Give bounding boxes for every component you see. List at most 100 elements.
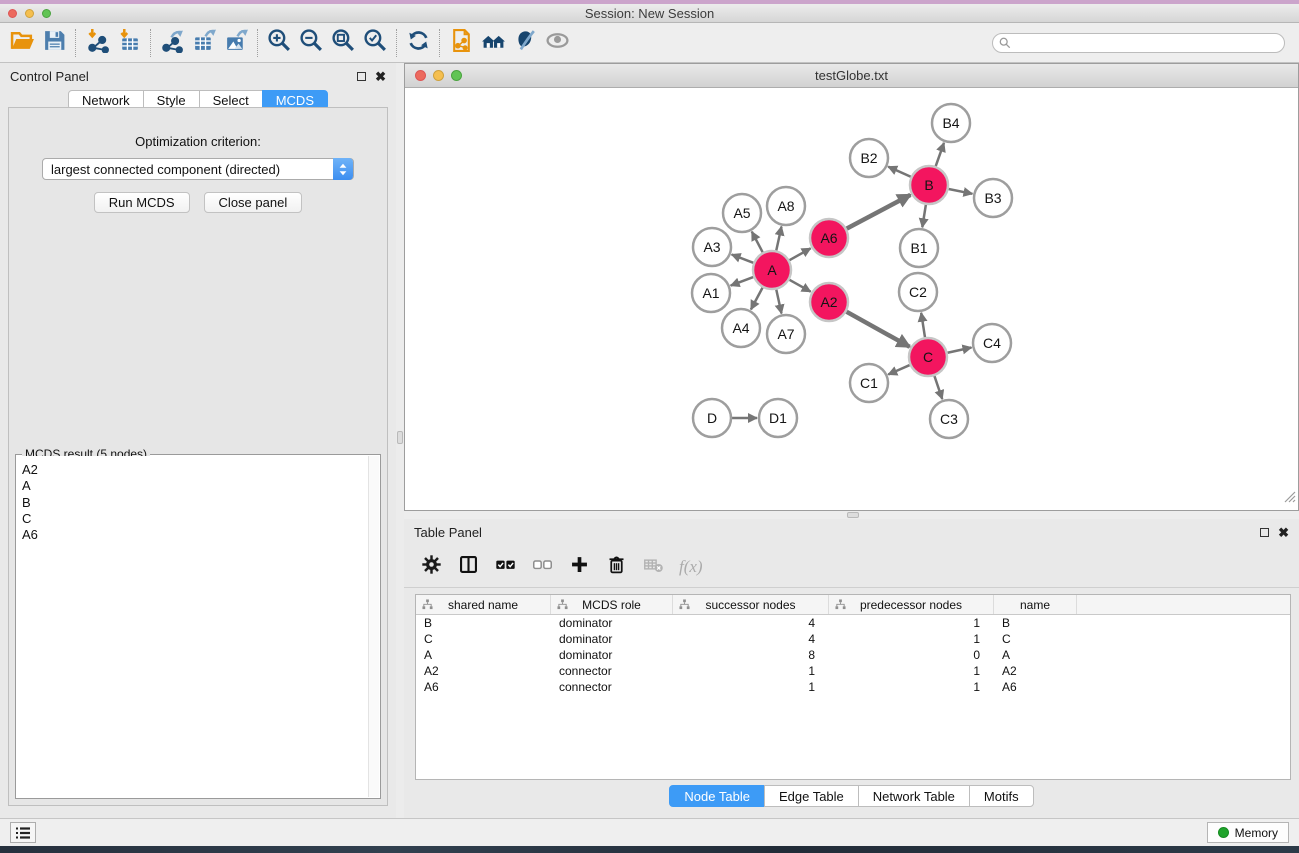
graph-node-A[interactable]: A: [753, 251, 791, 289]
graph-node-A7[interactable]: A7: [767, 315, 805, 353]
graph-node-B2[interactable]: B2: [850, 139, 888, 177]
graph-edge-A-A2[interactable]: [789, 280, 810, 292]
vertical-split-divider[interactable]: [396, 63, 404, 818]
memory-button[interactable]: Memory: [1207, 822, 1289, 843]
graph-node-B3[interactable]: B3: [974, 179, 1012, 217]
column-header-shared-name[interactable]: shared name: [416, 595, 551, 614]
graph-node-B[interactable]: B: [910, 166, 948, 204]
graph-node-A5[interactable]: A5: [723, 194, 761, 232]
graph-edge-A-A4[interactable]: [751, 288, 763, 310]
graph-edge-C-C1[interactable]: [888, 365, 909, 374]
zoom-selected-button[interactable]: [359, 27, 391, 59]
column-header-name[interactable]: name: [994, 595, 1077, 614]
zoom-fit-button[interactable]: [327, 27, 359, 59]
result-scrollbar[interactable]: [368, 456, 379, 797]
graph-node-A2[interactable]: A2: [810, 283, 848, 321]
graph-node-C3[interactable]: C3: [930, 400, 968, 438]
show-columns-button[interactable]: [453, 552, 483, 582]
graph-edge-A-A8[interactable]: [776, 227, 781, 251]
create-column-button[interactable]: [564, 552, 594, 582]
result-item[interactable]: C: [22, 511, 368, 527]
run-mcds-button[interactable]: Run MCDS: [94, 192, 190, 213]
zoom-out-button[interactable]: [295, 27, 327, 59]
column-header-predecessor-nodes[interactable]: predecessor nodes: [829, 595, 994, 614]
home-pages-button[interactable]: [477, 27, 509, 59]
mcds-result-list[interactable]: A2 A B C A6: [17, 456, 368, 797]
graph-edge-B-B1[interactable]: [922, 205, 926, 228]
task-history-button[interactable]: [10, 822, 36, 843]
criterion-dropdown[interactable]: largest connected component (directed): [42, 158, 354, 180]
graph-node-D[interactable]: D: [693, 399, 731, 437]
search-input[interactable]: [1015, 36, 1265, 50]
graph-node-B1[interactable]: B1: [900, 229, 938, 267]
graph-node-C2[interactable]: C2: [899, 273, 937, 311]
graph-node-C1[interactable]: C1: [850, 364, 888, 402]
table-row[interactable]: A6connector11A6: [416, 679, 1290, 695]
export-network-button[interactable]: [156, 27, 188, 59]
import-table-button[interactable]: [113, 27, 145, 59]
result-item[interactable]: A: [22, 478, 368, 494]
save-session-button[interactable]: [38, 27, 70, 59]
close-panel-button[interactable]: Close panel: [204, 192, 303, 213]
network-from-document-button[interactable]: [445, 27, 477, 59]
zoom-in-button[interactable]: [263, 27, 295, 59]
unselect-all-columns-button[interactable]: [527, 552, 557, 582]
refresh-view-button[interactable]: [402, 27, 434, 59]
tab-edge-table[interactable]: Edge Table: [764, 785, 859, 807]
network-canvas[interactable]: B4 B2 B B3 A8A5 A6 A3 B1 A A1 C2 A2 A4A7 C4 C C1 D D1 C3: [405, 88, 1298, 510]
window-resize-grip[interactable]: [1282, 489, 1296, 508]
graph-edge-C-C3[interactable]: [934, 376, 942, 399]
table-row[interactable]: Bdominator41B: [416, 615, 1290, 631]
result-item[interactable]: B: [22, 495, 368, 511]
graph-edge-A2-C[interactable]: [846, 312, 909, 347]
graph-edge-B-B4[interactable]: [936, 143, 944, 166]
graph-edge-A-A3[interactable]: [732, 255, 754, 263]
tab-node-table[interactable]: Node Table: [669, 785, 765, 807]
graph-node-C4[interactable]: C4: [973, 324, 1011, 362]
graph-edge-A-A5[interactable]: [752, 232, 763, 253]
float-panel-icon[interactable]: [1260, 528, 1269, 537]
tab-network-table[interactable]: Network Table: [858, 785, 970, 807]
graph-edge-C-C2[interactable]: [921, 313, 925, 337]
close-panel-icon[interactable]: ✖: [1278, 528, 1289, 538]
table-row[interactable]: Cdominator41C: [416, 631, 1290, 647]
table-row[interactable]: A2connector11A2: [416, 663, 1290, 679]
show-hide-button[interactable]: [541, 27, 573, 59]
graph-node-A4[interactable]: A4: [722, 309, 760, 347]
graph-edge-C-C4[interactable]: [948, 347, 972, 352]
open-session-button[interactable]: [6, 27, 38, 59]
tab-motifs[interactable]: Motifs: [969, 785, 1034, 807]
table-row[interactable]: Adominator80A: [416, 647, 1290, 663]
graph-edge-B-B3[interactable]: [949, 189, 973, 194]
float-panel-icon[interactable]: [357, 72, 366, 81]
result-item[interactable]: A2: [22, 462, 368, 478]
graph-edge-A6-B[interactable]: [847, 195, 911, 229]
network-graph[interactable]: B4 B2 B B3 A8A5 A6 A3 B1 A A1 C2 A2 A4A7 C4 C C1 D D1 C3: [405, 88, 1298, 510]
graph-edge-A-A1[interactable]: [731, 277, 754, 286]
graph-node-A6[interactable]: A6: [810, 219, 848, 257]
export-table-button[interactable]: [188, 27, 220, 59]
table-settings-button[interactable]: [416, 552, 446, 582]
split-handle[interactable]: [397, 431, 403, 444]
toggle-graphics-details-button[interactable]: [509, 27, 541, 59]
graph-edge-A-A6[interactable]: [789, 248, 810, 260]
split-handle[interactable]: [847, 512, 859, 518]
delete-column-button[interactable]: [601, 552, 631, 582]
horizontal-split-divider[interactable]: [404, 511, 1299, 519]
column-header-mcds-role[interactable]: MCDS role: [551, 595, 673, 614]
graph-edge-B-B2[interactable]: [888, 167, 911, 177]
result-item[interactable]: A6: [22, 527, 368, 543]
select-all-columns-button[interactable]: [490, 552, 520, 582]
close-panel-icon[interactable]: ✖: [375, 72, 386, 82]
graph-node-D1[interactable]: D1: [759, 399, 797, 437]
column-header-successor-nodes[interactable]: successor nodes: [673, 595, 829, 614]
graph-node-A1[interactable]: A1: [692, 274, 730, 312]
graph-edge-A-A7[interactable]: [776, 290, 781, 314]
graph-node-A3[interactable]: A3: [693, 228, 731, 266]
graph-node-A8[interactable]: A8: [767, 187, 805, 225]
import-network-button[interactable]: [81, 27, 113, 59]
export-image-button[interactable]: [220, 27, 252, 59]
graph-node-B4[interactable]: B4: [932, 104, 970, 142]
graph-node-C[interactable]: C: [909, 338, 947, 376]
search-field[interactable]: [992, 33, 1285, 53]
